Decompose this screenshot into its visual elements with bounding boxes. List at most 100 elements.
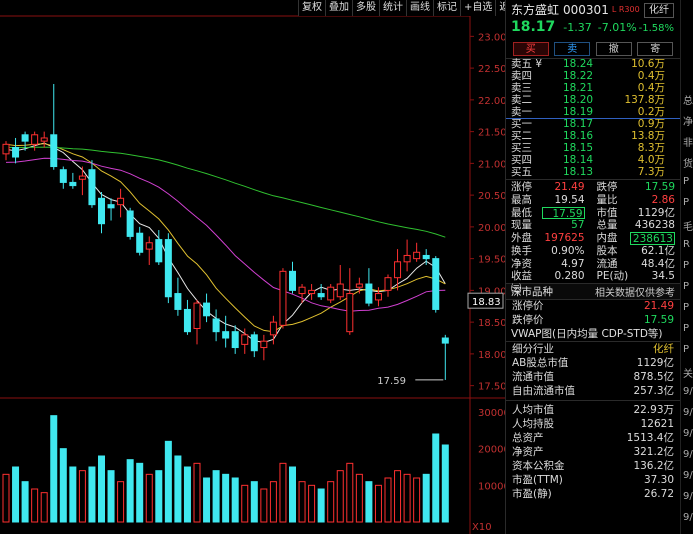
candle[interactable] [88, 160, 96, 208]
fundamental-row: 总资产 1513.4亿 [506, 431, 680, 445]
candle[interactable] [69, 172, 77, 189]
volume-bar [145, 473, 153, 523]
buy-button[interactable]: 买 [512, 41, 549, 56]
candle[interactable] [117, 188, 125, 218]
toolbar-button[interactable]: 复权 [298, 0, 325, 16]
volume-bar [183, 466, 191, 523]
volume-bar [59, 448, 67, 523]
candle[interactable] [327, 284, 335, 304]
fundamental-row: 自由流通市值 257.3亿 [506, 384, 680, 398]
candle[interactable] [336, 264, 344, 300]
candle-body [422, 254, 430, 260]
candle[interactable] [394, 249, 402, 291]
candle[interactable] [145, 236, 153, 265]
volume-bar [394, 470, 402, 523]
trade-buttons: 买 卖 撤 寄 [506, 39, 680, 59]
volume-bar [269, 481, 277, 523]
volume-bar [250, 481, 258, 523]
candle[interactable] [384, 274, 392, 297]
fundamental-row: 净资产 321.2亿 [506, 445, 680, 459]
candle[interactable] [413, 242, 421, 262]
candle[interactable] [59, 166, 67, 189]
candle[interactable] [222, 315, 230, 348]
related-title[interactable]: 深市品种 [511, 284, 553, 299]
fundamental-label: 市盈(TTM) [512, 474, 563, 487]
candle[interactable] [308, 284, 316, 300]
candle[interactable] [250, 331, 258, 358]
edge-text: 净 [683, 117, 693, 128]
volume-bar [136, 462, 144, 523]
deposit-button[interactable]: 寄 [637, 41, 674, 56]
toolbar-button[interactable]: 画线 [406, 0, 433, 16]
candle[interactable] [260, 334, 268, 361]
fundamental-label: 流通市值 [512, 371, 554, 384]
candle[interactable] [317, 284, 325, 300]
toolbar-button[interactable]: 标记 [433, 0, 460, 16]
toolbar-button[interactable]: 多股 [352, 0, 379, 16]
candle-body [327, 286, 335, 301]
fundamental-label: 细分行业 [512, 343, 554, 356]
candle[interactable] [365, 268, 373, 307]
candle[interactable] [50, 83, 58, 170]
candle-body [384, 277, 392, 291]
candle-body [441, 337, 449, 344]
candle[interactable] [174, 277, 182, 316]
candle[interactable] [2, 141, 10, 161]
candle-body [413, 251, 421, 260]
candle[interactable] [126, 207, 134, 240]
candle[interactable] [98, 191, 105, 234]
candle-body [317, 293, 325, 298]
candle[interactable] [279, 268, 287, 329]
candle[interactable] [432, 256, 440, 313]
fundamental-row: 流通市值 878.5亿 [506, 370, 680, 384]
candle[interactable] [403, 239, 411, 272]
candle[interactable] [203, 293, 211, 323]
candle[interactable] [355, 277, 363, 294]
volume-bar [260, 488, 268, 523]
candle[interactable] [441, 334, 449, 380]
candle[interactable] [346, 268, 354, 335]
edge-text: P [683, 302, 690, 313]
toolbar-button[interactable]: 统计 [379, 0, 406, 16]
candle[interactable] [107, 198, 115, 221]
chart-canvas[interactable]: 23.00 22.50 22.00 21.50 21.00 20.50 20.00 19.50… [0, 0, 505, 534]
candle-body [174, 293, 182, 310]
candle-body [203, 302, 211, 317]
candle[interactable] [40, 131, 48, 148]
edge-strip: 总净非货 P P 毛 R P P P P P 关 9/9/9/9/9/9/9/ [680, 0, 693, 534]
quote-label: 收益㈢ [511, 270, 532, 296]
toolbar-button[interactable]: +自选 [460, 0, 495, 16]
quote-value: 21.49 [554, 180, 585, 193]
kline-chart[interactable]: 23.00 22.50 22.00 21.50 21.00 20.50 20.00 19.50… [0, 0, 523, 534]
volume-bar [327, 481, 335, 523]
volume-bar [174, 455, 182, 523]
fundamental-label: 净资产 [512, 446, 544, 459]
fundamental-value: 22.93万 [633, 404, 674, 417]
candle[interactable] [193, 299, 201, 345]
sell-button[interactable]: 卖 [554, 41, 591, 56]
quote-value: 197625 [544, 232, 585, 245]
candle[interactable] [136, 226, 144, 256]
candle[interactable] [12, 137, 20, 164]
toolbar-button[interactable]: 叠加 [325, 0, 352, 16]
cancel-order-button[interactable]: 撤 [595, 41, 632, 56]
volume-bar [374, 484, 382, 523]
candle-body [212, 318, 220, 333]
volume-bar [50, 415, 58, 523]
volume-bar [212, 470, 220, 523]
candle[interactable] [212, 309, 220, 342]
stock-tag: L R300 [611, 5, 640, 14]
order-book: 卖五 ¥18.24 10.6万 卖四 18.22 0.4万 卖三 18.21 0.4万 卖二 18… [506, 58, 680, 180]
candle[interactable] [183, 299, 191, 335]
vwap-link[interactable]: VWAP图(日内均量 CDP-STD等) [506, 327, 680, 343]
candle[interactable] [231, 325, 239, 354]
quote-label: 外盘 [511, 232, 532, 245]
limit-down-price: 17.59 [643, 313, 674, 326]
edge-text: 9/ [683, 449, 693, 460]
volume-bar [413, 477, 421, 523]
candle[interactable] [289, 261, 296, 294]
quote-row: 最高 19.54 量比 2.86 [506, 194, 680, 207]
candle[interactable] [78, 166, 86, 196]
candle[interactable] [164, 233, 172, 304]
industry-button[interactable]: 化纤 [644, 3, 674, 18]
